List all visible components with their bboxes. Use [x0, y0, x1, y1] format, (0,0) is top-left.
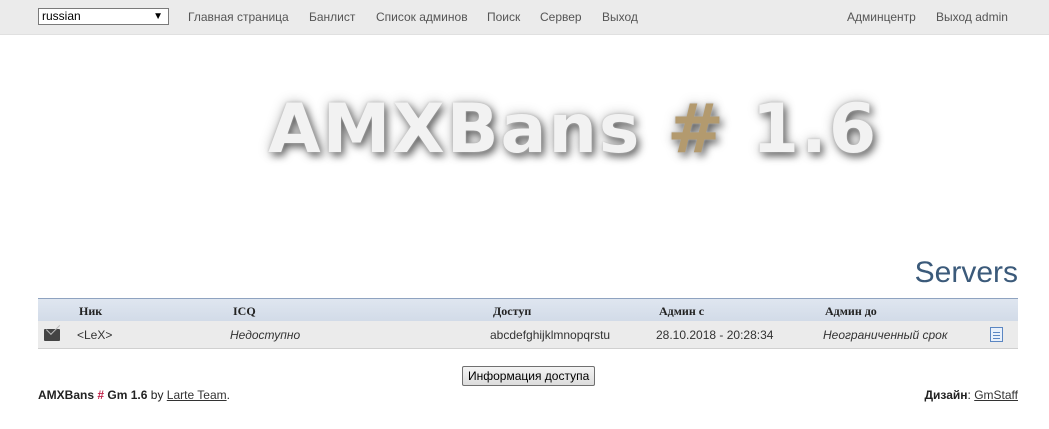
access-info-button[interactable]: Информация доступа [462, 366, 596, 386]
cell-icq: Недоступно [230, 328, 301, 342]
column-header-nick: Ник [79, 304, 103, 318]
admins-table: Ник ICQ Доступ Админ с Админ до <LeX> Не… [38, 298, 1018, 349]
footer-design-link[interactable]: GmStaff [974, 388, 1018, 402]
column-header-admin-to: Админ до [825, 304, 877, 318]
logo-main: AMXBans [268, 90, 642, 169]
table-row[interactable]: <LeX> Недоступно abcdefghijklmnopqrstu 2… [38, 321, 1018, 349]
column-header-admin-from: Админ с [659, 304, 705, 318]
footer-brand: AMXBans [38, 388, 95, 402]
nav-link-logout-admin[interactable]: Выход admin [936, 10, 1008, 24]
nav-link-server[interactable]: Сервер [540, 10, 582, 24]
top-navigation-bar: russian ▼ Главная страница Банлист Списо… [0, 0, 1049, 35]
nav-link-admin-list[interactable]: Список админов [376, 10, 468, 24]
footer-design-sep: : [967, 388, 971, 402]
cell-access: abcdefghijklmnopqrstu [490, 328, 611, 342]
section-title: Servers [914, 256, 1018, 289]
nav-link-search[interactable]: Поиск [487, 10, 520, 24]
footer-design-label: Дизайн [924, 388, 968, 402]
column-header-icq: ICQ [233, 304, 256, 318]
logo-hash: # [667, 90, 726, 169]
cell-admin-from: 28.10.2018 - 20:28:34 [656, 328, 774, 342]
language-select-value: russian [42, 9, 81, 23]
footer-credits: AMXBans # Gm 1.6 by Larte Team. [38, 388, 230, 402]
footer-version: Gm 1.6 [107, 388, 148, 402]
footer-design: Дизайн: GmStaff [924, 388, 1018, 402]
nav-link-logout[interactable]: Выход [602, 10, 638, 24]
footer-team-link[interactable]: Larte Team [167, 388, 227, 402]
table-header: Ник ICQ Доступ Админ с Админ до [38, 298, 1018, 321]
dropdown-arrow-icon: ▼ [153, 11, 163, 22]
envelope-icon[interactable] [44, 329, 60, 341]
nav-link-banlist[interactable]: Банлист [309, 10, 355, 24]
cell-admin-to: Неограниченный срок [823, 328, 948, 342]
footer-by: by [150, 388, 164, 402]
nav-link-home[interactable]: Главная страница [188, 10, 289, 24]
footer-hash: # [97, 388, 105, 402]
footer-dot: . [226, 388, 230, 402]
nav-link-admin-center[interactable]: Админцентр [847, 10, 916, 24]
amxbans-logo: AMXBans # 1.6 [268, 90, 878, 169]
cell-nick: <LeX> [77, 328, 113, 342]
logo-version: 1.6 [751, 90, 879, 169]
language-select[interactable]: russian ▼ [38, 8, 169, 25]
column-header-access: Доступ [493, 304, 532, 318]
document-icon[interactable] [990, 327, 1003, 342]
